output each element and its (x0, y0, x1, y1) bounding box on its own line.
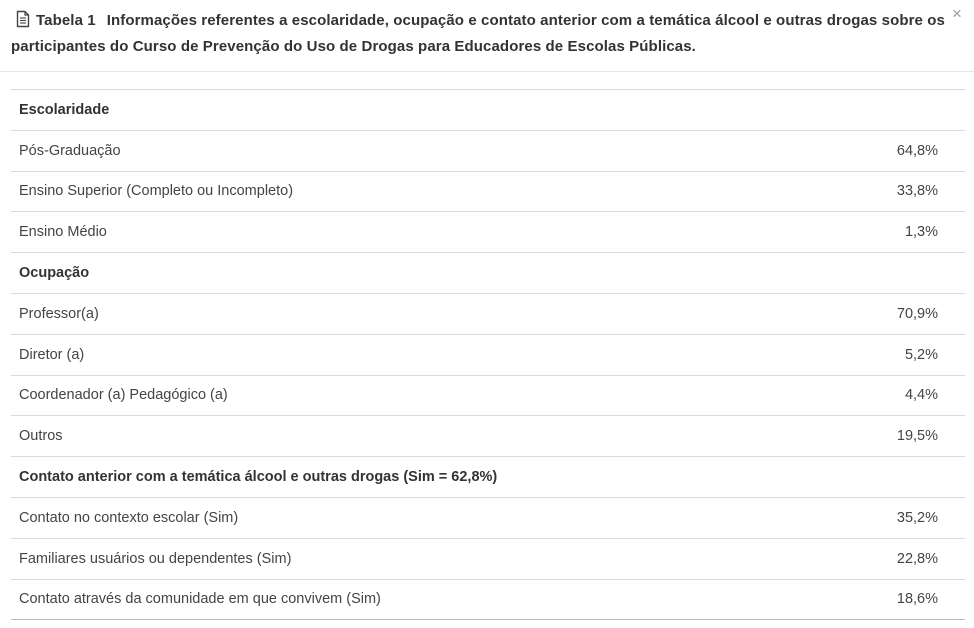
close-button[interactable]: × (950, 5, 964, 23)
data-table-container: Escolaridade Pós-Graduação 64,8% Ensino Sup… (11, 89, 965, 621)
row-value: 70,9% (805, 292, 965, 335)
dialog-header: Tabela 1 Informações referentes a escolar… (0, 0, 974, 72)
row-label: Pós-Graduação (11, 129, 805, 172)
table-row: Ensino Superior (Completo ou Incompleto)… (11, 170, 965, 212)
table-row: Pós-Graduação 64,8% (11, 129, 965, 172)
table-row: Contato através da comunidade em que con… (11, 578, 965, 621)
row-value: 4,4% (805, 374, 965, 416)
table-row: Diretor (a) 5,2% (11, 333, 965, 376)
row-label: Professor(a) (11, 292, 805, 335)
section-heading: Ocupação (11, 252, 805, 294)
data-table: Escolaridade Pós-Graduação 64,8% Ensino Sup… (11, 89, 965, 621)
table-section-row: Ocupação (11, 252, 965, 294)
row-label: Ensino Médio (11, 211, 805, 253)
table-row: Outros 19,5% (11, 415, 965, 457)
table-row: Professor(a) 70,9% (11, 292, 965, 335)
row-value: 35,2% (805, 496, 965, 539)
document-icon (16, 10, 30, 28)
row-value: 1,3% (805, 211, 965, 253)
section-heading: Contato anterior com a temática álcool e… (11, 456, 805, 498)
table-row: Familiares usuários ou dependentes (Sim)… (11, 537, 965, 580)
row-value (805, 89, 965, 131)
row-value: 18,6% (805, 578, 965, 621)
table-section-row: Contato anterior com a temática álcool e… (11, 456, 965, 498)
section-heading: Escolaridade (11, 89, 805, 131)
table-section-row: Escolaridade (11, 89, 965, 131)
close-icon: × (952, 4, 962, 23)
dialog-title: Tabela 1 Informações referentes a escolar… (11, 8, 946, 60)
row-value: 5,2% (805, 333, 965, 376)
row-label: Outros (11, 415, 805, 457)
row-value: 22,8% (805, 537, 965, 580)
row-value: 64,8% (805, 129, 965, 172)
row-label: Familiares usuários ou dependentes (Sim) (11, 537, 805, 580)
table-row: Contato no contexto escolar (Sim) 35,2% (11, 496, 965, 539)
row-label: Contato no contexto escolar (Sim) (11, 496, 805, 539)
row-label: Contato através da comunidade em que con… (11, 578, 805, 621)
table-dialog: Tabela 1 Informações referentes a escolar… (0, 0, 974, 628)
row-value (805, 252, 965, 294)
row-value: 19,5% (805, 415, 965, 457)
row-value (805, 456, 965, 498)
table-label: Tabela 1 (36, 12, 96, 29)
table-row: Ensino Médio 1,3% (11, 211, 965, 253)
table-row: Coordenador (a) Pedagógico (a) 4,4% (11, 374, 965, 416)
row-label: Coordenador (a) Pedagógico (a) (11, 374, 805, 416)
row-label: Ensino Superior (Completo ou Incompleto) (11, 170, 805, 212)
row-value: 33,8% (805, 170, 965, 212)
row-label: Diretor (a) (11, 333, 805, 376)
table-caption: Informações referentes a escolaridade, o… (11, 12, 945, 55)
